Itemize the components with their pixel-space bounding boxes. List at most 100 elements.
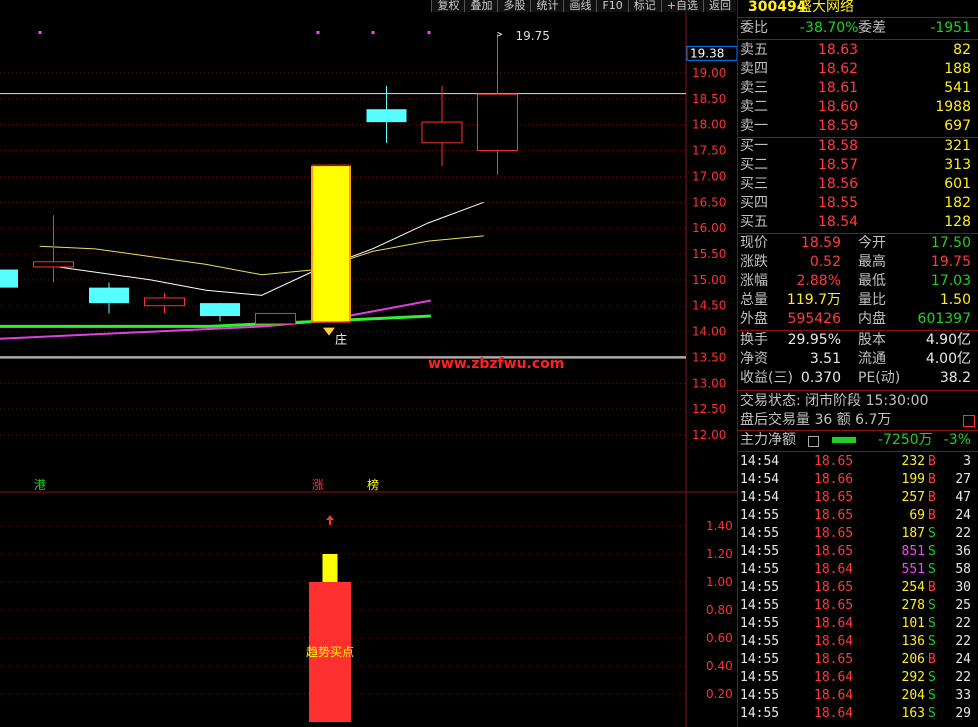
tick-side: B — [928, 652, 936, 667]
tick-count: 22 — [955, 526, 971, 541]
quote-label: 总量 — [740, 292, 768, 308]
tick-row: 14:54 18.65 232 B 3 — [738, 453, 978, 471]
tick-row: 14:55 18.65 206 B 24 — [738, 651, 978, 669]
candle-body[interactable] — [255, 312, 296, 325]
statistics-button[interactable]: 统计 — [530, 0, 564, 12]
tick-side: B — [928, 454, 936, 469]
tick-time: 14:55 — [740, 598, 780, 613]
indicator-tick-label: 1.20 — [706, 547, 733, 561]
candle-body[interactable] — [477, 93, 518, 152]
list-icon[interactable] — [808, 436, 819, 447]
bid-label: 买一 — [740, 138, 768, 154]
candle-body[interactable] — [366, 109, 407, 123]
mark-button[interactable]: 标记 — [627, 0, 661, 12]
tick-volume: 551 — [901, 562, 925, 577]
back-button[interactable]: 返回 — [703, 0, 736, 12]
bid-volume: 321 — [944, 138, 971, 154]
tick-count: 47 — [955, 490, 971, 505]
trend-buy-annotation: 趋势买点 — [306, 645, 354, 659]
tick-side: S — [928, 616, 936, 631]
price-tick-label: 16.50 — [692, 195, 726, 209]
tick-side: B — [928, 508, 936, 523]
tick-side: S — [928, 562, 936, 577]
weicha-value: -1951 — [930, 20, 971, 36]
stock-name: 盛大网络 — [798, 0, 854, 15]
tick-volume: 851 — [901, 544, 925, 559]
quote-value: 595426 — [787, 311, 841, 327]
candle-body[interactable] — [144, 297, 185, 307]
quote-label: 今开 — [858, 235, 886, 251]
tick-side: S — [928, 598, 936, 613]
ask-volume: 1988 — [935, 99, 971, 115]
high-price-label: 19.75 — [516, 29, 550, 43]
tick-price: 18.65 — [814, 526, 854, 541]
stock-terminal: 12.00 12.50 13.00 13.50 14.00 14.50 15.00 15.50… — [0, 0, 978, 727]
quote-value: 1.50 — [939, 292, 971, 308]
quote-label: 量比 — [858, 292, 886, 308]
f10-button[interactable]: F10 — [596, 0, 628, 12]
tick-price: 18.64 — [814, 688, 854, 703]
tick-side: S — [928, 706, 936, 721]
tick-price: 18.65 — [814, 598, 854, 613]
overlay-button[interactable]: 叠加 — [464, 0, 498, 12]
tick-time: 14:55 — [740, 652, 780, 667]
quote-row: 总量 119.7万 量比 1.50 — [738, 291, 978, 310]
quote-label: 内盘 — [858, 311, 886, 327]
bid-label: 买四 — [740, 195, 768, 211]
tick-row: 14:55 18.64 204 S 33 — [738, 687, 978, 705]
price-tick-label: 12.00 — [692, 428, 726, 442]
stats-label: 流通 — [858, 351, 886, 367]
multi-stock-button[interactable]: 多股 — [497, 0, 531, 12]
candle-body[interactable] — [0, 269, 18, 288]
price-tick-label: 19.00 — [692, 66, 726, 80]
bid-price: 18.55 — [818, 195, 859, 211]
tick-volume: 187 — [901, 526, 925, 541]
add-favorite-button[interactable]: +自选 — [660, 0, 703, 12]
tick-time: 14:55 — [740, 634, 780, 649]
price-tick-label: 18.00 — [692, 118, 726, 132]
high-pointer-icon — [497, 31, 503, 37]
draw-line-button[interactable]: 画线 — [563, 0, 597, 12]
indicator-tick-label: 1.40 — [706, 519, 733, 533]
bid-price: 18.58 — [818, 138, 859, 154]
candle-body[interactable] — [200, 303, 240, 317]
chart-icon[interactable] — [963, 415, 975, 427]
restore-rights-button[interactable]: 复权 — [431, 0, 465, 12]
candle-body[interactable] — [311, 166, 351, 322]
quote-label: 最低 — [858, 273, 886, 289]
tick-volume: 69 — [909, 508, 925, 523]
tick-time: 14:55 — [740, 580, 780, 595]
main-flow-label: 主力净额 — [740, 432, 796, 448]
kline-chart[interactable]: 12.00 12.50 13.00 13.50 14.00 14.50 15.00 15.50… — [0, 0, 737, 727]
quote-label: 涨跌 — [740, 254, 768, 270]
tick-price: 18.64 — [814, 706, 854, 721]
stats-row: 收益(三) 0.370 PE(动) 38.2 — [738, 369, 978, 388]
tick-side: S — [928, 688, 936, 703]
panel-divider — [738, 39, 978, 40]
panel-divider — [738, 451, 978, 452]
signal-dot — [427, 31, 431, 34]
tick-price: 18.64 — [814, 562, 854, 577]
ask-volume: 82 — [953, 42, 971, 58]
ask-label: 卖三 — [740, 80, 768, 96]
tick-count: 29 — [955, 706, 971, 721]
main-flow-bar — [832, 437, 856, 443]
candle-body[interactable] — [421, 121, 463, 144]
panel-divider — [738, 17, 978, 18]
ask-label: 卖五 — [740, 42, 768, 58]
tick-count: 30 — [955, 580, 971, 595]
main-flow-value: -7250万 — [878, 432, 933, 448]
event-label: 涨 — [312, 477, 324, 492]
ask-price: 18.63 — [818, 42, 859, 58]
ask-row: 卖四 18.62 188 — [738, 60, 978, 79]
quote-label: 外盘 — [740, 311, 768, 327]
candle-body[interactable] — [33, 261, 74, 268]
tick-price: 18.65 — [814, 652, 854, 667]
candle-body[interactable] — [89, 287, 129, 304]
ask-volume: 541 — [944, 80, 971, 96]
bid-price: 18.57 — [818, 157, 859, 173]
price-tick-label: 16.00 — [692, 221, 726, 235]
tick-price: 18.65 — [814, 490, 854, 505]
panel-divider — [738, 390, 978, 391]
stats-value: 29.95% — [787, 332, 841, 348]
